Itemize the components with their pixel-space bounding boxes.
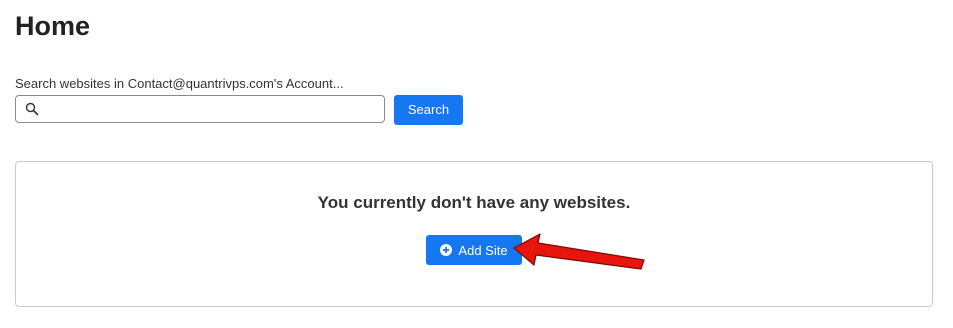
empty-state-message: You currently don't have any websites. bbox=[317, 193, 631, 212]
add-site-label: Add Site bbox=[458, 242, 508, 258]
plus-circle-icon bbox=[440, 244, 453, 256]
search-input[interactable] bbox=[44, 96, 380, 122]
search-label: Search websites in Contact@quantrivps.co… bbox=[15, 76, 344, 91]
search-field[interactable] bbox=[15, 95, 385, 123]
websites-panel: You currently don't have any websites. A… bbox=[15, 161, 933, 307]
search-button[interactable]: Search bbox=[394, 95, 463, 125]
search-icon bbox=[25, 102, 39, 116]
page-title: Home bbox=[15, 11, 91, 41]
add-site-button[interactable]: Add Site bbox=[426, 235, 522, 265]
